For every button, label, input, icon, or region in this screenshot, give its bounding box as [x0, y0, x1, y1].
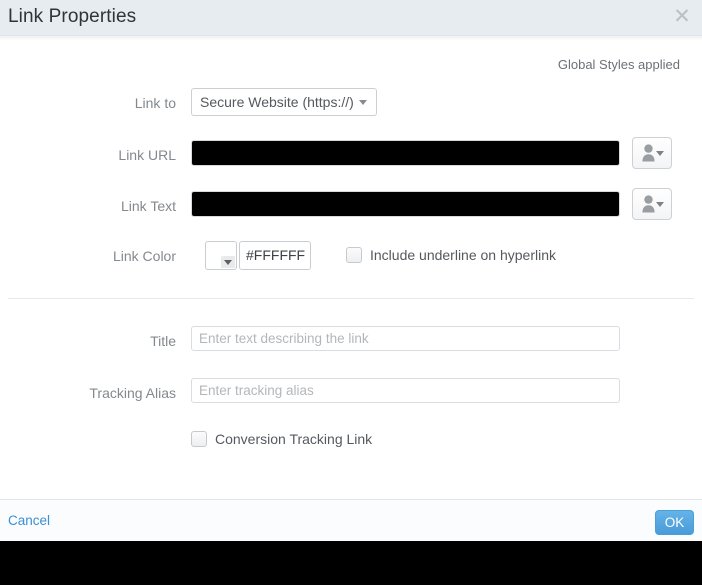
- row-title: Title: [0, 326, 702, 356]
- link-color-label: Link Color: [112, 248, 176, 264]
- dialog-titlebar: Link Properties ✕: [0, 0, 702, 36]
- section-divider: [8, 298, 694, 299]
- tracking-alias-input[interactable]: [191, 378, 620, 403]
- global-styles-note: Global Styles applied: [557, 57, 680, 72]
- titlebar-shadow: [0, 36, 702, 41]
- tracking-alias-label: Tracking Alias: [89, 385, 176, 401]
- row-tracking-alias: Tracking Alias: [0, 378, 702, 408]
- link-to-selected-value: Secure Website (https://): [200, 94, 354, 110]
- ok-button[interactable]: OK: [655, 510, 694, 535]
- link-text-contact-picker-button[interactable]: [632, 188, 672, 220]
- person-icon: [642, 144, 655, 162]
- link-url-label: Link URL: [118, 147, 176, 163]
- close-icon[interactable]: ✕: [668, 2, 696, 30]
- dialog-title: Link Properties: [8, 6, 137, 27]
- cancel-button[interactable]: Cancel: [8, 513, 50, 528]
- link-properties-dialog: Link Properties ✕ Global Styles applied …: [0, 0, 702, 541]
- link-to-label: Link to: [134, 95, 176, 111]
- title-label: Title: [150, 333, 176, 349]
- title-input[interactable]: [191, 326, 620, 351]
- redacted-bottom-band: [0, 541, 702, 585]
- person-icon: [642, 195, 655, 213]
- link-url-input[interactable]: [191, 140, 620, 166]
- row-link-to: Link to Secure Website (https://): [0, 88, 702, 118]
- include-underline-label: Include underline on hyperlink: [370, 247, 557, 263]
- chevron-down-icon: [656, 202, 664, 207]
- checkbox-box: [346, 247, 362, 263]
- row-link-text: Link Text: [0, 188, 702, 221]
- link-text-label: Link Text: [121, 198, 176, 214]
- link-color-hex-input[interactable]: #FFFFFF: [239, 241, 311, 270]
- link-url-contact-picker-button[interactable]: [632, 137, 672, 169]
- link-color-swatch-button[interactable]: [205, 241, 237, 270]
- checkbox-box: [191, 431, 207, 447]
- conversion-tracking-label: Conversion Tracking Link: [215, 431, 373, 447]
- chevron-down-icon: [221, 256, 235, 268]
- link-text-input[interactable]: [191, 191, 620, 217]
- chevron-down-icon: [656, 151, 664, 156]
- row-link-url: Link URL: [0, 137, 702, 170]
- row-link-color: Link Color #FFFFFF Include underline on …: [0, 241, 702, 271]
- dialog-footer: Cancel OK: [0, 499, 702, 541]
- link-to-select[interactable]: Secure Website (https://): [191, 88, 377, 116]
- chevron-down-icon: [359, 100, 367, 105]
